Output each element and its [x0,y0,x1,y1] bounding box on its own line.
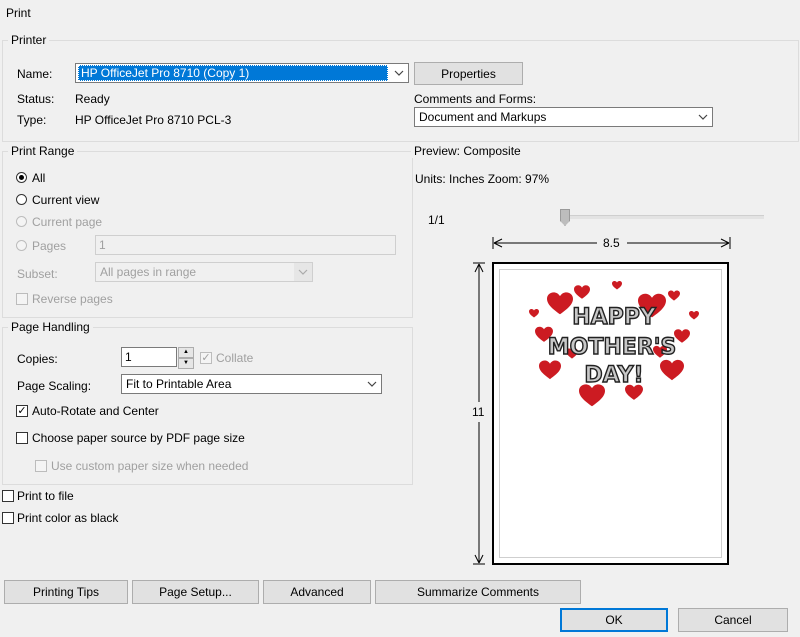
auto-rotate-checkbox[interactable]: ✓ [16,405,28,417]
reverse-pages-checkbox [16,293,28,305]
printer-status-value: Ready [75,92,110,106]
printer-type-value: HP OfficeJet Pro 8710 PCL-3 [75,113,232,127]
printer-type-label: Type: [17,113,47,127]
artwork-word-day: DAY! [584,363,643,388]
range-current-view-radio[interactable] [16,194,27,205]
artwork-word-mothers: MOTHER'S [548,335,677,360]
range-pages-radio [16,240,27,251]
stepper-down-icon[interactable]: ▼ [178,358,194,369]
chevron-down-icon [294,263,312,281]
subset-select: All pages in range [95,262,313,282]
printer-name-select[interactable]: HP OfficeJet Pro 8710 (Copy 1) [75,63,409,83]
preview-width-label: 8.5 [603,236,620,250]
stepper-up-icon[interactable]: ▲ [178,347,194,358]
preview-paper: HAPPY MOTHER'S DAY! [492,262,729,565]
range-all-label[interactable]: All [32,171,45,185]
print-to-file-label[interactable]: Print to file [17,489,74,503]
summarize-comments-button[interactable]: Summarize Comments [375,580,581,604]
range-all-radio[interactable] [16,172,27,183]
subset-value: All pages in range [100,265,197,279]
preview-legend: Preview: Composite [411,144,524,158]
printer-legend: Printer [8,33,50,47]
range-current-page-radio [16,216,27,227]
page-handling-legend: Page Handling [8,320,93,334]
properties-button[interactable]: Properties [414,62,523,85]
advanced-button[interactable]: Advanced [263,580,371,604]
printer-name-value: HP OfficeJet Pro 8710 (Copy 1) [78,65,388,81]
artwork-word-happy: HAPPY [572,305,657,330]
preview-units-zoom: Units: Inches Zoom: 97% [415,172,550,186]
chevron-down-icon [694,108,712,126]
print-to-file-checkbox[interactable] [2,490,14,502]
range-current-page-label: Current page [32,215,103,229]
choose-paper-label[interactable]: Choose paper source by PDF page size [32,431,245,445]
ok-button[interactable]: OK [560,608,668,632]
page-scaling-label: Page Scaling: [17,379,92,393]
chevron-down-icon [363,375,381,393]
cancel-button[interactable]: Cancel [678,608,788,632]
pages-input: 1 [95,235,396,255]
range-current-view-label[interactable]: Current view [32,193,99,207]
print-color-black-label[interactable]: Print color as black [17,511,118,525]
collate-label: Collate [216,351,254,365]
preview-page-counter: 1/1 [428,213,445,227]
collate-checkbox: ✓ [200,352,212,364]
printer-status-label: Status: [17,92,55,106]
printer-name-label: Name: [17,67,53,81]
range-pages-label: Pages [32,239,67,253]
chevron-down-icon [390,64,408,82]
custom-paper-label: Use custom paper size when needed [51,459,249,473]
preview-page-slider-track[interactable] [560,215,764,219]
copies-label: Copies: [17,352,58,366]
subset-label: Subset: [17,267,58,281]
printing-tips-button[interactable]: Printing Tips [4,580,128,604]
custom-paper-checkbox [35,460,47,472]
mothers-day-artwork: HAPPY MOTHER'S DAY! [529,281,699,407]
auto-rotate-label[interactable]: Auto-Rotate and Center [32,404,159,418]
copies-stepper[interactable]: ▲ ▼ [178,347,194,369]
choose-paper-checkbox[interactable] [16,432,28,444]
comments-forms-label: Comments and Forms: [414,92,537,106]
copies-input[interactable]: 1 [121,347,177,367]
page-scaling-value: Fit to Printable Area [126,377,232,391]
preview-height-label: 11 [472,405,485,419]
print-range-legend: Print Range [8,144,78,158]
print-color-black-checkbox[interactable] [2,512,14,524]
page-scaling-select[interactable]: Fit to Printable Area [121,374,382,394]
window-title: Print [6,6,31,20]
comments-forms-value: Document and Markups [419,110,547,124]
comments-forms-select[interactable]: Document and Markups [414,107,713,127]
page-setup-button[interactable]: Page Setup... [132,580,259,604]
reverse-pages-label: Reverse pages [32,292,113,306]
